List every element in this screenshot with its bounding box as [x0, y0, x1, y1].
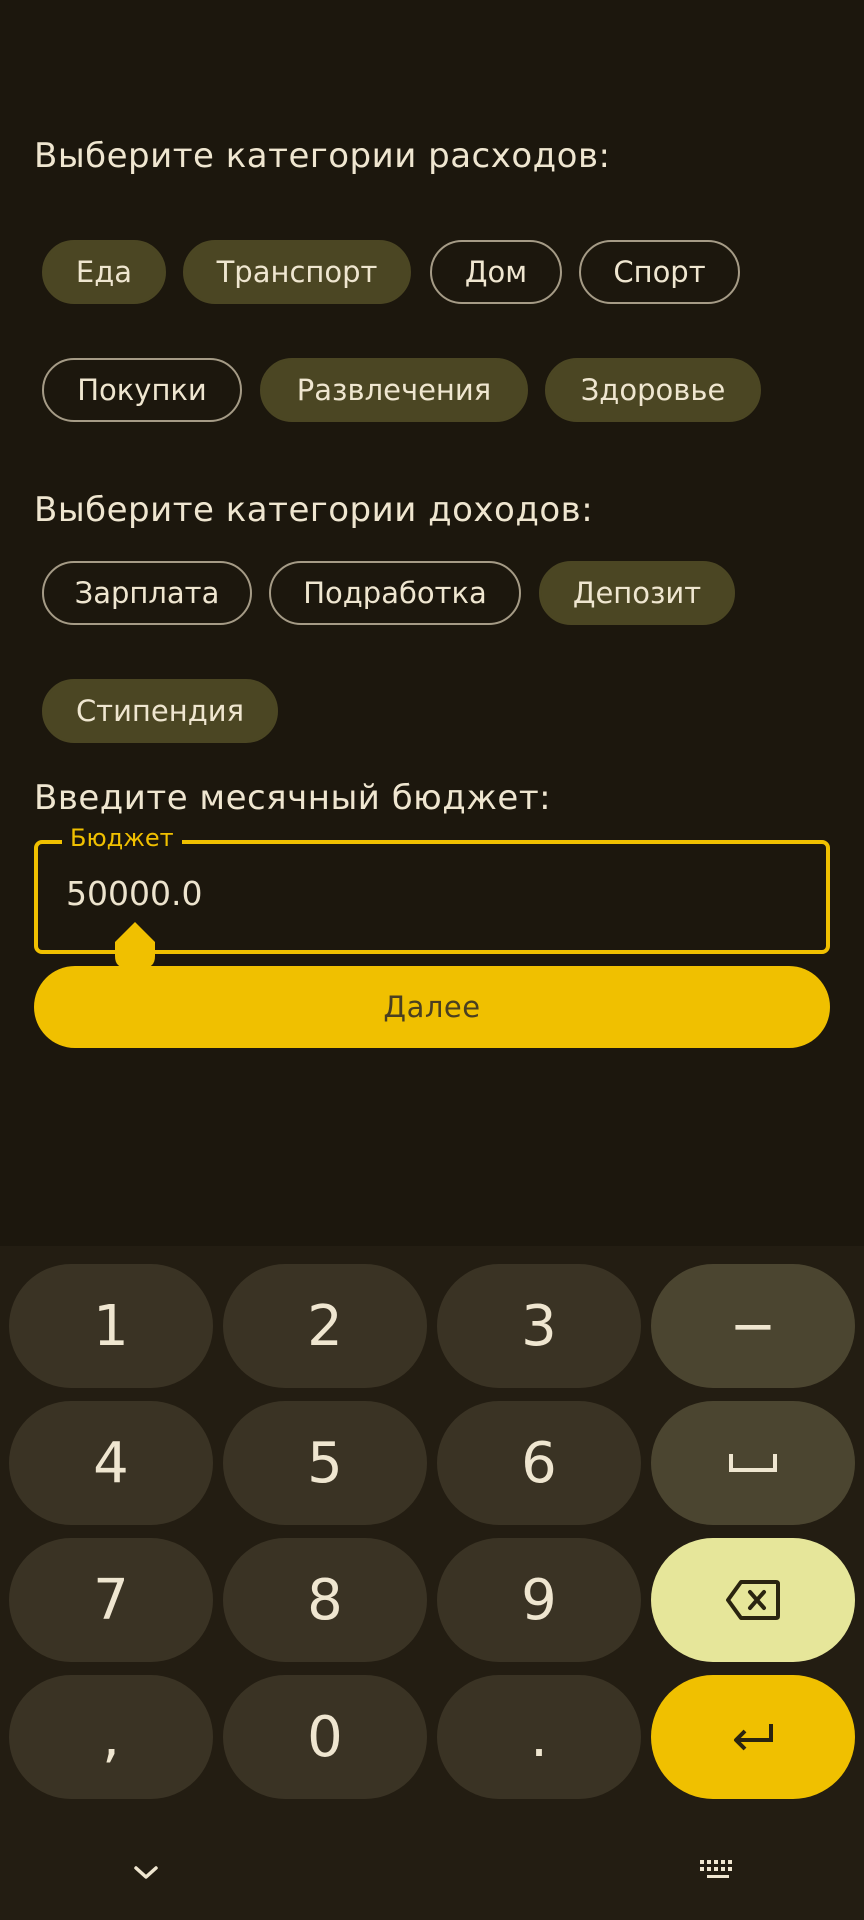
key-space[interactable] [651, 1401, 855, 1525]
budget-title: Введите месячный бюджет: [34, 778, 552, 818]
key-label: 3 [521, 1293, 557, 1359]
key-6[interactable]: 6 [437, 1401, 641, 1525]
key-4[interactable]: 4 [9, 1401, 213, 1525]
chip-sport[interactable]: Спорт [579, 240, 740, 304]
chip-label: Стипендия [75, 694, 245, 728]
chip-label: Развлечения [296, 373, 492, 407]
chevron-down-icon[interactable] [132, 1864, 160, 1882]
key-0[interactable]: 0 [223, 1675, 427, 1799]
chip-health[interactable]: Здоровье [545, 358, 761, 422]
chip-scholarship[interactable]: Стипендия [42, 679, 278, 743]
key-comma[interactable]: , [9, 1675, 213, 1799]
key-period[interactable]: . [437, 1675, 641, 1799]
key-label: 5 [307, 1430, 343, 1496]
chip-salary[interactable]: Зарплата [42, 561, 252, 625]
key-9[interactable]: 9 [437, 1538, 641, 1662]
key-label: 0 [307, 1704, 343, 1770]
key-1[interactable]: 1 [9, 1264, 213, 1388]
keyboard-icon[interactable] [698, 1858, 738, 1884]
chip-label: Транспорт [216, 255, 378, 289]
incomes-title: Выберите категории доходов: [34, 490, 594, 530]
key-label: 9 [521, 1567, 557, 1633]
chip-side-job[interactable]: Подработка [269, 561, 521, 625]
chip-home[interactable]: Дом [430, 240, 562, 304]
budget-field-label: Бюджет [62, 822, 182, 854]
key-label: 2 [307, 1293, 343, 1359]
text-cursor-handle[interactable] [115, 922, 155, 968]
key-label: . [530, 1704, 548, 1770]
chip-label: Еда [75, 255, 133, 289]
key-8[interactable]: 8 [223, 1538, 427, 1662]
key-label: − [729, 1293, 777, 1359]
key-2[interactable]: 2 [223, 1264, 427, 1388]
next-button[interactable]: Далее [34, 966, 830, 1048]
key-label: 7 [93, 1567, 129, 1633]
next-button-label: Далее [383, 990, 481, 1024]
backspace-icon [726, 1580, 780, 1620]
chip-label: Спорт [613, 255, 706, 289]
key-7[interactable]: 7 [9, 1538, 213, 1662]
space-icon [729, 1454, 777, 1472]
chip-label: Здоровье [580, 373, 726, 407]
expenses-title: Выберите категории расходов: [34, 136, 611, 176]
key-backspace[interactable] [651, 1538, 855, 1662]
key-label: 8 [307, 1567, 343, 1633]
key-3[interactable]: 3 [437, 1264, 641, 1388]
key-5[interactable]: 5 [223, 1401, 427, 1525]
enter-icon [734, 1724, 773, 1751]
chip-label: Покупки [77, 373, 207, 407]
key-label: , [102, 1704, 120, 1770]
numeric-keyboard: 1 2 3 − 4 5 6 7 8 9 , 0 . [0, 1246, 864, 1920]
key-label: 1 [93, 1293, 129, 1359]
chip-deposit[interactable]: Депозит [539, 561, 735, 625]
chip-label: Дом [464, 255, 528, 289]
chip-label: Зарплата [74, 576, 220, 610]
key-label: 6 [521, 1430, 557, 1496]
chip-label: Подработка [303, 576, 487, 610]
chip-food[interactable]: Еда [42, 240, 166, 304]
key-enter[interactable] [651, 1675, 855, 1799]
chip-entertainment[interactable]: Развлечения [260, 358, 528, 422]
chip-transport[interactable]: Транспорт [183, 240, 411, 304]
budget-input[interactable] [66, 874, 766, 913]
chip-shopping[interactable]: Покупки [42, 358, 242, 422]
key-minus[interactable]: − [651, 1264, 855, 1388]
chip-label: Депозит [572, 576, 702, 610]
key-label: 4 [93, 1430, 129, 1496]
